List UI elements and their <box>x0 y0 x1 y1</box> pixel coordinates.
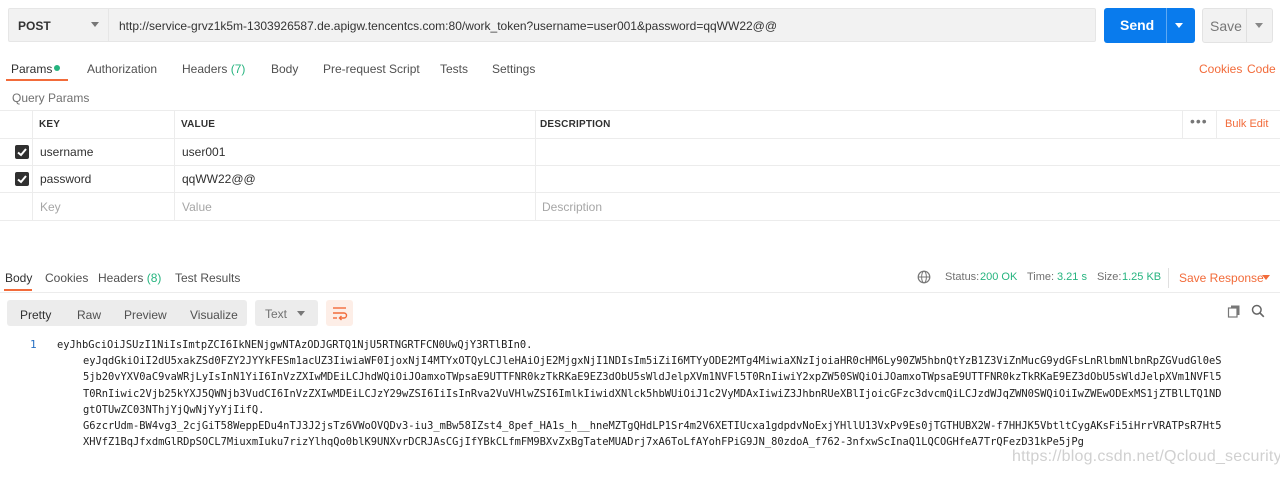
ellipsis-icon[interactable]: ••• <box>1190 113 1208 129</box>
line-number: 1 <box>30 338 37 351</box>
response-body-line: eyJhbGciOiJSUzI1NiIsImtpZCI6IkNENjgwNTAz… <box>57 339 533 351</box>
tab-prerequest-script[interactable]: Pre-request Script <box>323 62 420 76</box>
new-param-description-input[interactable]: Description <box>542 200 602 214</box>
send-button[interactable]: Send <box>1104 8 1195 43</box>
query-params-label: Query Params <box>12 91 90 105</box>
wrap-lines-icon <box>333 307 348 321</box>
tab-headers-label: Headers <box>182 62 228 76</box>
view-pretty-button[interactable]: Pretty <box>20 308 51 322</box>
response-body-line: T0RnIiwic2Vjb25kYXJ5QWNjb3VudCI6InVzZXIw… <box>83 387 1222 400</box>
divider <box>1168 268 1169 288</box>
checkmark-icon <box>17 175 27 184</box>
format-value: Text <box>265 307 288 321</box>
table-border <box>0 138 1280 139</box>
size-label: Size: <box>1097 271 1122 283</box>
search-icon[interactable] <box>1251 304 1265 321</box>
status-value[interactable]: 200 OK <box>980 271 1017 283</box>
globe-icon[interactable] <box>917 270 931 287</box>
param-checkbox-username[interactable] <box>15 145 29 159</box>
column-divider <box>1182 110 1183 138</box>
wrap-lines-button[interactable] <box>326 300 353 326</box>
chevron-down-icon[interactable] <box>1175 23 1183 28</box>
url-value: http://service-grvz1k5m-1303926587.de.ap… <box>119 19 778 33</box>
size-value[interactable]: 1.25 KB <box>1122 271 1161 283</box>
code-link[interactable]: Code <box>1247 62 1276 76</box>
response-body[interactable]: eyJhbGciOiJSUzI1NiIsImtpZCI6IkNENjgwNTAz… <box>57 337 1257 450</box>
save-button[interactable]: Save <box>1202 8 1273 43</box>
table-border <box>0 220 1280 221</box>
param-checkbox-password[interactable] <box>15 172 29 186</box>
param-key[interactable]: username <box>40 145 93 159</box>
response-tab-headers-count: (8) <box>146 271 162 285</box>
param-key[interactable]: password <box>40 172 91 186</box>
param-value[interactable]: qqWW22@@ <box>182 172 256 186</box>
new-param-value-input[interactable]: Value <box>182 200 212 214</box>
view-visualize-button[interactable]: Visualize <box>190 308 238 322</box>
column-header-value: VALUE <box>181 119 216 130</box>
url-input[interactable]: http://service-grvz1k5m-1303926587.de.ap… <box>109 8 1096 42</box>
save-response-button[interactable]: Save Response <box>1179 271 1264 285</box>
send-label: Send <box>1120 17 1155 33</box>
tab-headers-count: (7) <box>230 62 246 76</box>
response-body-line: G6zcrUdm-BW4vg3_2cjGiT58WeppEDu4nTJ3J2js… <box>83 420 1222 433</box>
cookies-link[interactable]: Cookies <box>1199 62 1242 76</box>
table-border <box>0 192 1280 193</box>
bulk-edit-link[interactable]: Bulk Edit <box>1225 118 1268 130</box>
tab-headers[interactable]: Headers (7) <box>182 62 245 76</box>
send-divider <box>1166 8 1167 43</box>
tab-authorization[interactable]: Authorization <box>87 62 157 76</box>
view-raw-button[interactable]: Raw <box>77 308 101 322</box>
save-divider <box>1246 9 1247 42</box>
response-body-line: 5jb20vYXV0aC9vaWRjLyIsInN1YiI6InVzZXIwMD… <box>83 371 1222 384</box>
chevron-down-icon <box>297 311 305 316</box>
view-preview-button[interactable]: Preview <box>124 308 167 322</box>
watermark: https://blog.csdn.net/Qcloud_security <box>1012 448 1280 465</box>
response-tab-cookies[interactable]: Cookies <box>45 271 88 285</box>
column-divider <box>1216 110 1217 138</box>
tab-tests[interactable]: Tests <box>440 62 468 76</box>
column-divider <box>174 110 175 220</box>
response-tab-headers-label: Headers <box>98 271 144 285</box>
response-tabs-border <box>0 292 1280 293</box>
method-select[interactable]: POST <box>8 8 109 42</box>
format-select[interactable]: Text <box>255 300 318 326</box>
time-value[interactable]: 3.21 s <box>1057 271 1087 283</box>
column-header-description: DESCRIPTION <box>540 119 611 130</box>
save-label: Save <box>1210 18 1242 34</box>
chevron-down-icon[interactable] <box>1255 23 1263 28</box>
method-value: POST <box>18 19 51 33</box>
active-tab-underline <box>6 79 68 81</box>
response-tab-test-results[interactable]: Test Results <box>175 271 240 285</box>
response-tab-body[interactable]: Body <box>5 271 32 285</box>
time-label: Time: <box>1027 271 1055 283</box>
new-param-key-input[interactable]: Key <box>40 200 61 214</box>
chevron-down-icon <box>91 22 99 27</box>
tab-body[interactable]: Body <box>271 62 298 76</box>
response-body-line: eyJqdGkiOiI2dU5xakZSd0FZY2JYYkFESm1acUZ3… <box>83 355 1222 368</box>
response-tab-headers[interactable]: Headers (8) <box>98 271 161 285</box>
tab-settings[interactable]: Settings <box>492 62 535 76</box>
chevron-down-icon[interactable] <box>1262 275 1270 280</box>
column-header-key: KEY <box>39 119 61 130</box>
column-divider <box>32 110 33 220</box>
copy-icon[interactable] <box>1227 304 1241 321</box>
param-value[interactable]: user001 <box>182 145 225 159</box>
table-border <box>0 165 1280 166</box>
active-tab-underline <box>4 289 32 291</box>
tab-params[interactable]: Params <box>11 62 52 76</box>
column-divider <box>535 110 536 220</box>
status-label: Status: <box>945 271 980 283</box>
params-indicator-dot <box>54 65 60 71</box>
response-body-line: gtOTUwZC03NThjYjQwNjYyYjIifQ. <box>83 403 265 416</box>
checkmark-icon <box>17 148 27 157</box>
table-border <box>0 110 1280 111</box>
